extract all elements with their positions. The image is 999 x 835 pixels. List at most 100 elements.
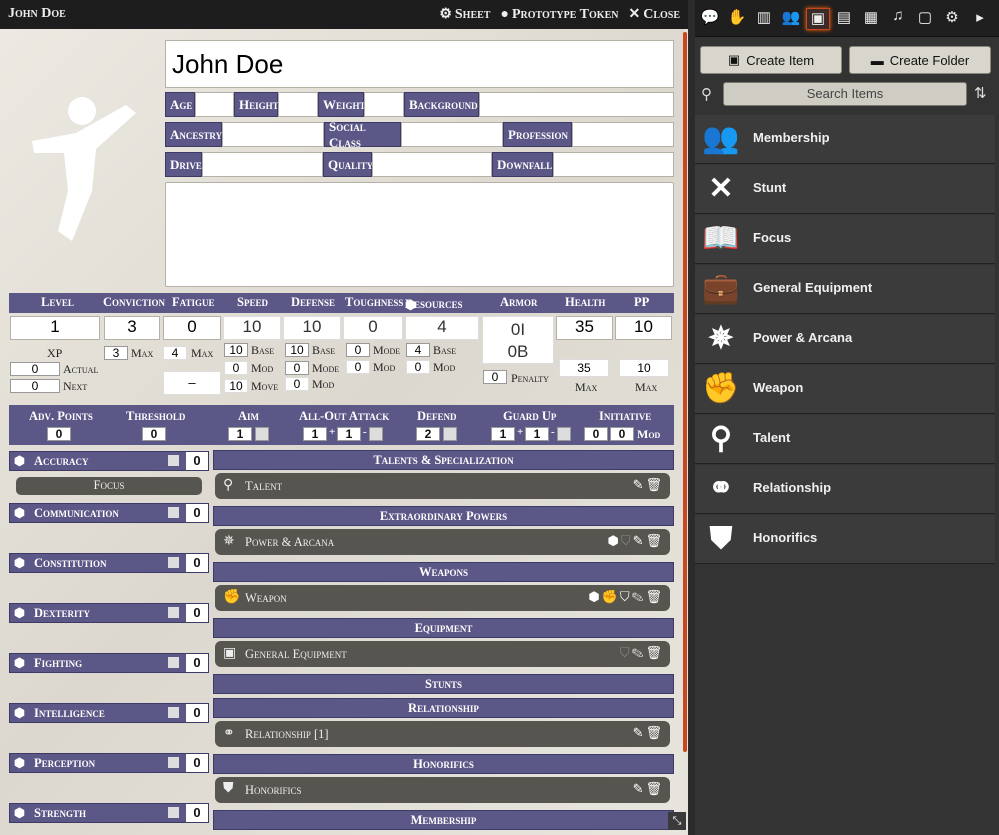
ability-checkbox[interactable] bbox=[168, 455, 179, 466]
ability-checkbox[interactable] bbox=[168, 707, 179, 718]
sort-icon[interactable]: ⇅ bbox=[974, 84, 987, 103]
tables-icon[interactable]: ▦ bbox=[860, 8, 882, 28]
sheet-config-button[interactable]: ⚙ Sheet bbox=[439, 6, 490, 23]
map-icon[interactable]: ▥ bbox=[753, 8, 775, 28]
shield-icon[interactable]: ⛉ bbox=[621, 533, 633, 548]
xp-actual-input[interactable]: 0 bbox=[10, 362, 60, 376]
prototype-token-button[interactable]: ● Prototype Token bbox=[500, 6, 618, 23]
allout-checkbox[interactable] bbox=[369, 427, 383, 441]
folder-general-equipment[interactable]: 💼 General Equipment bbox=[695, 265, 995, 314]
guardup-a-input[interactable]: 1 bbox=[491, 427, 515, 441]
initiative-b-input[interactable]: 0 bbox=[610, 427, 634, 441]
ability-checkbox[interactable] bbox=[168, 557, 179, 568]
trash-icon[interactable]: 🗑 bbox=[645, 477, 664, 492]
fatigue-input[interactable]: 0 bbox=[163, 316, 221, 340]
close-button[interactable]: ✕ Close bbox=[628, 6, 680, 23]
dice-icon[interactable]: ⬢ bbox=[14, 605, 25, 621]
edit-icon[interactable]: ✎ bbox=[633, 477, 646, 492]
music-icon[interactable]: ♫ bbox=[887, 8, 909, 28]
shield-icon[interactable]: ⛉ bbox=[620, 589, 632, 604]
edit-icon[interactable]: ✎ bbox=[632, 589, 646, 604]
items-briefcase-icon[interactable]: ▣ bbox=[806, 8, 830, 30]
age-input[interactable] bbox=[195, 92, 234, 117]
ability-checkbox[interactable] bbox=[168, 657, 179, 668]
conviction-input[interactable]: 3 bbox=[104, 316, 160, 340]
aim-checkbox[interactable] bbox=[255, 427, 269, 441]
ability-row-intelligence[interactable]: ⬢ Intelligence 0 bbox=[9, 703, 209, 723]
defense-base-input[interactable]: 10 bbox=[285, 343, 309, 357]
folder-focus[interactable]: 📖 Focus bbox=[695, 215, 995, 264]
ability-checkbox[interactable] bbox=[168, 607, 179, 618]
weight-input[interactable] bbox=[364, 92, 404, 117]
allout-a-input[interactable]: 1 bbox=[303, 427, 327, 441]
ability-checkbox[interactable] bbox=[168, 507, 179, 518]
aim-input[interactable]: 1 bbox=[228, 427, 252, 441]
actors-icon[interactable]: 👥 bbox=[780, 8, 802, 28]
trash-icon[interactable]: 🗑 bbox=[645, 589, 664, 604]
defend-input[interactable]: 2 bbox=[416, 427, 440, 441]
adv-points-input[interactable]: 0 bbox=[47, 427, 71, 441]
edit-icon[interactable]: ✎ bbox=[632, 645, 646, 660]
fist-small-icon[interactable]: ✊ bbox=[602, 589, 620, 604]
dice-icon[interactable]: ⬢ bbox=[14, 705, 25, 721]
trash-icon[interactable]: 🗑 bbox=[645, 645, 664, 660]
threshold-input[interactable]: 0 bbox=[142, 427, 166, 441]
folder-talent[interactable]: ⚲ Talent bbox=[695, 415, 995, 464]
equipment-item-row[interactable]: ▣ General Equipment ⛉✎🗑 bbox=[215, 641, 670, 667]
edit-icon[interactable]: ✎ bbox=[633, 725, 646, 740]
trash-icon[interactable]: 🗑 bbox=[645, 533, 664, 548]
quality-input[interactable] bbox=[372, 152, 492, 177]
dice-icon[interactable]: ⬢ bbox=[14, 505, 25, 521]
level-input[interactable]: 1 bbox=[10, 316, 100, 340]
ability-row-constitution[interactable]: ⬢ Constitution 0 bbox=[9, 553, 209, 573]
ability-checkbox[interactable] bbox=[168, 807, 179, 818]
pp-input[interactable]: 10 bbox=[615, 316, 672, 340]
sheet-scrollbar[interactable] bbox=[683, 32, 687, 752]
profession-input[interactable] bbox=[572, 122, 674, 147]
character-name-input[interactable]: John Doe bbox=[165, 40, 674, 88]
honorifics-item-row[interactable]: ⛊ Honorifics ✎🗑 bbox=[215, 777, 670, 803]
background-input[interactable] bbox=[479, 92, 674, 117]
folder-membership[interactable]: 👥 Membership bbox=[695, 115, 995, 164]
xp-next-input[interactable]: 0 bbox=[10, 379, 60, 393]
social-class-input[interactable] bbox=[401, 122, 503, 147]
health-input[interactable]: 35 bbox=[556, 316, 613, 340]
folder-power-arcana[interactable]: ✵ Power & Arcana bbox=[695, 315, 995, 364]
armor-penalty-input[interactable]: 0 bbox=[483, 370, 507, 384]
dice-icon[interactable]: ⬢ bbox=[14, 655, 25, 671]
ability-row-accuracy[interactable]: ⬢ Accuracy 0 bbox=[9, 451, 209, 471]
combat-hand-icon[interactable]: ✋ bbox=[726, 8, 748, 28]
edit-icon[interactable]: ✎ bbox=[633, 533, 646, 548]
ability-row-perception[interactable]: ⬢ Perception 0 bbox=[9, 753, 209, 773]
downfall-input[interactable] bbox=[553, 152, 674, 177]
initiative-a-input[interactable]: 0 bbox=[584, 427, 608, 441]
ability-row-strength[interactable]: ⬢ Strength 0 bbox=[9, 803, 209, 823]
trash-icon[interactable]: 🗑 bbox=[645, 781, 664, 796]
guardup-checkbox[interactable] bbox=[557, 427, 571, 441]
resize-handle-icon[interactable]: ⤡ bbox=[668, 812, 686, 830]
dice-icon[interactable]: ⬢ bbox=[14, 453, 25, 469]
create-item-button[interactable]: ▣ Create Item bbox=[700, 46, 842, 74]
talent-item-row[interactable]: ⚲ Talent ✎🗑 bbox=[215, 473, 670, 499]
toughness-mode-input[interactable]: 0 bbox=[346, 343, 370, 357]
guardup-b-input[interactable]: 1 bbox=[525, 427, 549, 441]
defense-mode-input[interactable]: 0 bbox=[285, 361, 309, 375]
dice-icon[interactable]: ⬢ bbox=[14, 805, 25, 821]
chat-icon[interactable]: 💬 bbox=[699, 8, 721, 28]
allout-b-input[interactable]: 1 bbox=[337, 427, 361, 441]
resources-base-input[interactable]: 4 bbox=[406, 343, 430, 357]
defend-checkbox[interactable] bbox=[443, 427, 457, 441]
trash-icon[interactable]: 🗑 bbox=[645, 725, 664, 740]
power-item-row[interactable]: ✵ Power & Arcana ⬢⛉✎🗑 bbox=[215, 529, 670, 555]
weapon-item-row[interactable]: ✊ Weapon ⬢✊⛉✎🗑 bbox=[215, 585, 670, 611]
search-input[interactable]: Search Items bbox=[723, 82, 967, 106]
relationship-item-row[interactable]: ⚭ Relationship [1] ✎🗑 bbox=[215, 721, 670, 747]
window-titlebar[interactable]: John Doe ⚙ Sheet ● Prototype Token ✕ Close bbox=[0, 0, 688, 29]
folder-relationship[interactable]: ⚭ Relationship bbox=[695, 465, 995, 514]
ability-value-input[interactable]: 0 bbox=[186, 804, 208, 822]
ability-value-input[interactable]: 0 bbox=[186, 554, 208, 572]
notes-textarea[interactable] bbox=[165, 182, 674, 287]
ability-checkbox[interactable] bbox=[168, 757, 179, 768]
shield-icon[interactable]: ⛉ bbox=[620, 645, 632, 660]
ability-value-input[interactable]: 0 bbox=[186, 504, 208, 522]
